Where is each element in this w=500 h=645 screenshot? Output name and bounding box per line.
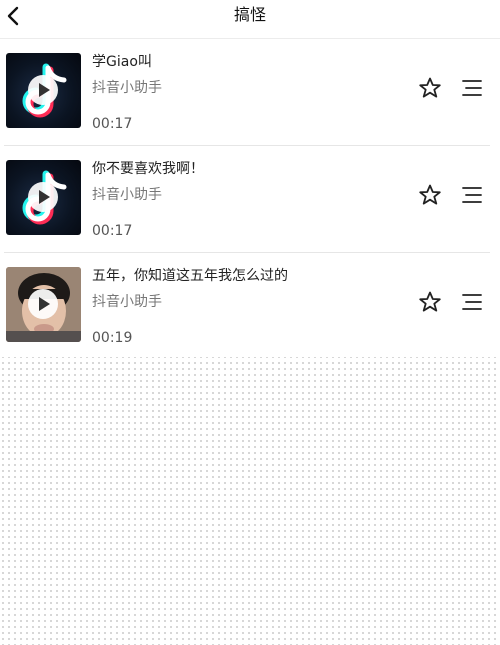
page-title: 搞怪	[233, 5, 266, 24]
song-title: 五年，你知道这五年我怎么过的	[92, 268, 288, 284]
list-item[interactable]: 学Giao叫 抖音小助手 00:17	[4, 39, 490, 146]
star-outline-icon	[419, 77, 441, 98]
list-menu-icon	[462, 187, 482, 203]
star-outline-icon	[419, 184, 441, 205]
song-artist: 抖音小助手	[92, 294, 162, 310]
song-artist: 抖音小助手	[92, 80, 162, 96]
song-title: 学Giao叫	[92, 54, 152, 70]
song-thumbnail	[6, 267, 81, 342]
play-icon[interactable]	[28, 75, 58, 105]
more-button[interactable]	[460, 183, 484, 207]
list-menu-icon	[462, 80, 482, 96]
app-header: 搞怪	[0, 0, 500, 39]
play-icon[interactable]	[28, 289, 58, 319]
play-icon[interactable]	[28, 182, 58, 212]
list-menu-icon	[462, 294, 482, 310]
song-duration: 00:17	[92, 116, 133, 132]
favorite-button[interactable]	[418, 183, 442, 207]
favorite-button[interactable]	[418, 290, 442, 314]
song-thumbnail	[6, 53, 81, 128]
song-artist: 抖音小助手	[92, 187, 162, 203]
more-button[interactable]	[460, 290, 484, 314]
list-item[interactable]: 你不要喜欢我啊！ 抖音小助手 00:17	[4, 146, 490, 253]
favorite-button[interactable]	[418, 76, 442, 100]
song-thumbnail	[6, 160, 81, 235]
song-duration: 00:19	[92, 330, 133, 346]
song-list: 学Giao叫 抖音小助手 00:17 你不要喜欢我啊！ 抖音小助手 00:17 …	[0, 39, 500, 357]
more-button[interactable]	[460, 76, 484, 100]
star-outline-icon	[419, 291, 441, 312]
song-title: 你不要喜欢我啊！	[92, 161, 204, 177]
song-duration: 00:17	[92, 223, 133, 239]
list-item[interactable]: 五年，你知道这五年我怎么过的 抖音小助手 00:19	[4, 253, 490, 357]
